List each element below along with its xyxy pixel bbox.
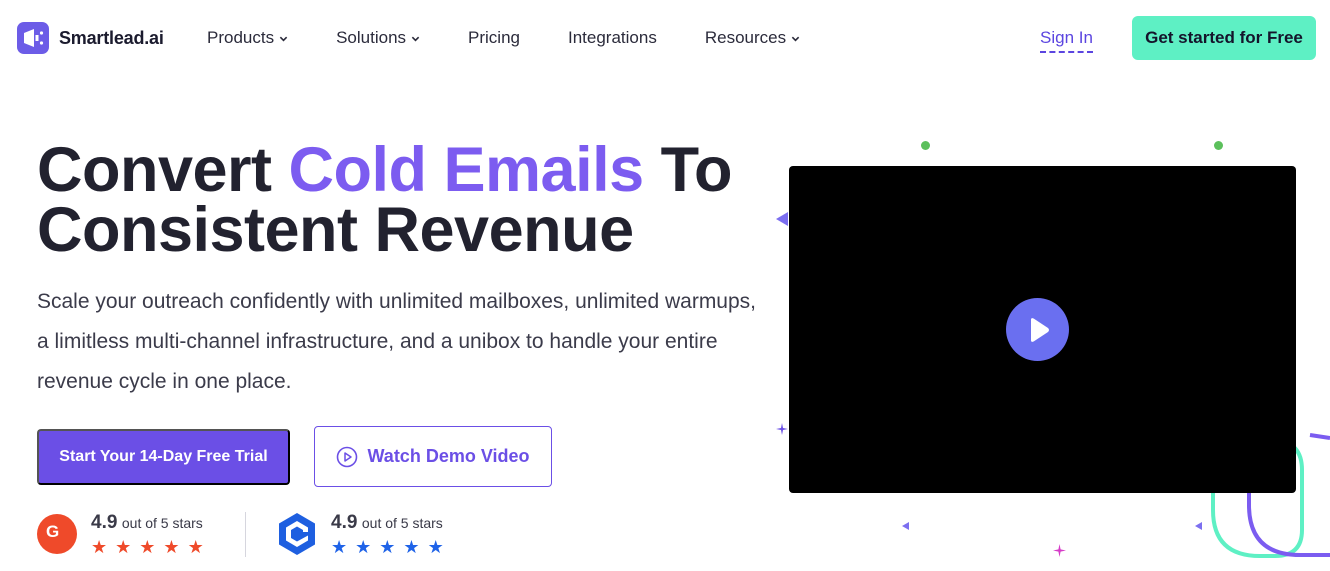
- brand-name: Smartlead.ai: [59, 27, 164, 48]
- chevron-down-icon: [411, 36, 420, 41]
- rating-suffix: out of 5 stars: [361, 515, 443, 531]
- green-dot-decoration: [921, 141, 930, 150]
- nav-item-pricing[interactable]: Pricing: [468, 28, 520, 48]
- sign-in-link[interactable]: Sign In: [1040, 28, 1093, 53]
- star-icon: ★: [163, 537, 180, 557]
- watch-demo-label: Watch Demo Video: [367, 446, 530, 466]
- star-icon: ★: [115, 537, 132, 557]
- sparkle-decoration: [776, 423, 788, 435]
- hero-title-line2: Consistent Revenue: [37, 195, 634, 265]
- hero-subtitle: Scale your outreach confidently with unl…: [37, 290, 757, 393]
- start-free-trial-button[interactable]: Start Your 14-Day Free Trial: [37, 429, 290, 485]
- play-icon: [1030, 317, 1049, 342]
- demo-video-player[interactable]: [789, 166, 1296, 493]
- hero-title: Convert Cold Emails To Consistent Revenu…: [37, 139, 732, 262]
- nav-item-resources[interactable]: Resources: [705, 28, 800, 48]
- play-circle-icon: [337, 446, 358, 467]
- top-navigation: Smartlead.ai Products Solutions Pricing …: [0, 0, 1330, 78]
- rating-text: 4.9 out of 5 stars ★ ★ ★ ★ ★: [331, 512, 444, 556]
- get-started-button[interactable]: Get started for Free: [1132, 16, 1316, 60]
- nav-item-integrations[interactable]: Integrations: [568, 28, 657, 48]
- brand-logo[interactable]: Smartlead.ai: [17, 22, 164, 54]
- green-dot-decoration: [1214, 141, 1223, 150]
- nav-item-products[interactable]: Products: [207, 28, 288, 48]
- star-icon: ★: [331, 537, 348, 557]
- chevron-down-icon: [279, 36, 288, 41]
- triangle-decoration: [902, 522, 909, 530]
- star-icon: ★: [427, 537, 444, 557]
- nav-item-label: Products: [207, 28, 275, 47]
- rating-divider: [245, 512, 246, 557]
- triangle-decoration: [1195, 522, 1202, 530]
- nav-item-label: Pricing: [468, 28, 520, 47]
- nav-item-label: Resources: [704, 28, 787, 47]
- sparkle-decoration: [1053, 544, 1066, 557]
- watch-demo-button[interactable]: Watch Demo Video: [314, 426, 552, 487]
- smartlead-logo-icon: [17, 22, 49, 54]
- g2-logo-icon: G: [37, 514, 77, 554]
- rating-score: 4.9: [331, 512, 358, 533]
- rating-score: 4.9: [91, 512, 118, 533]
- star-icon: ★: [355, 537, 372, 557]
- rating-capterra: 4.9 out of 5 stars ★ ★ ★ ★ ★: [277, 512, 444, 556]
- nav-links: Products Solutions Pricing Integrations …: [207, 28, 848, 48]
- star-rating: ★ ★ ★ ★ ★: [91, 538, 204, 556]
- rating-g2: G 4.9 out of 5 stars ★ ★ ★ ★ ★: [37, 512, 204, 556]
- star-icon: ★: [403, 537, 420, 557]
- rating-text: 4.9 out of 5 stars ★ ★ ★ ★ ★: [91, 512, 204, 556]
- nav-item-label: Integrations: [568, 28, 657, 47]
- nav-item-label: Solutions: [336, 28, 407, 47]
- capterra-logo-icon: [277, 512, 317, 556]
- triangle-decoration: [776, 212, 788, 226]
- star-icon: ★: [139, 537, 156, 557]
- chevron-down-icon: [791, 36, 800, 41]
- star-icon: ★: [379, 537, 396, 557]
- rating-suffix: out of 5 stars: [121, 515, 203, 531]
- nav-item-solutions[interactable]: Solutions: [336, 28, 420, 48]
- play-button[interactable]: [1006, 298, 1069, 361]
- star-rating: ★ ★ ★ ★ ★: [331, 538, 444, 556]
- star-icon: ★: [187, 537, 204, 557]
- star-icon: ★: [91, 537, 108, 557]
- hero-title-part2: To: [643, 135, 733, 205]
